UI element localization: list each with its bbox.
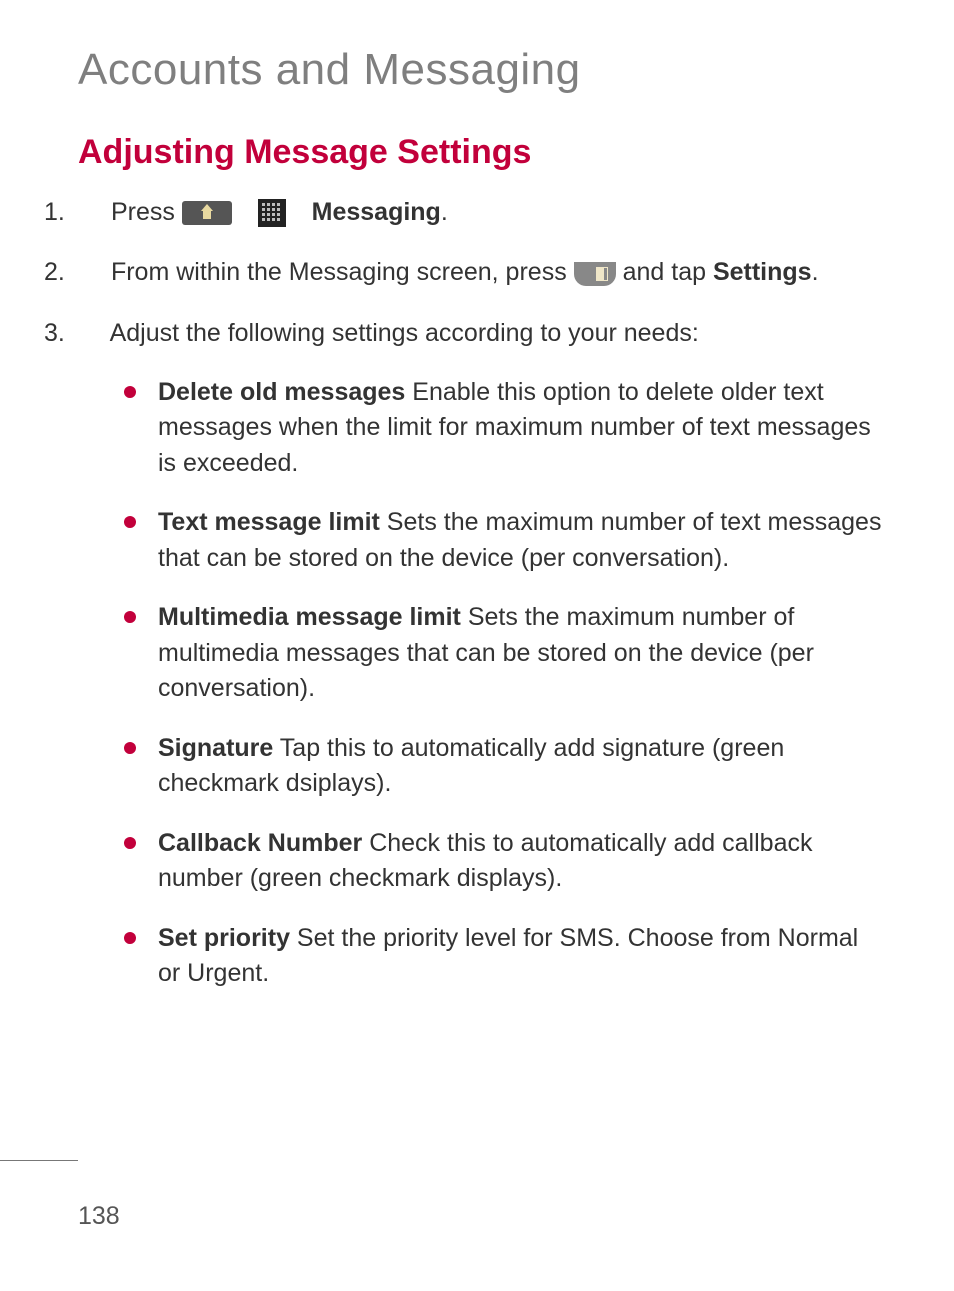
- settings-list: Delete old messages Enable this option t…: [78, 375, 882, 992]
- caret-2: >: [293, 200, 305, 226]
- step-1-number: 1.: [78, 194, 104, 230]
- page-title: Accounts and Messaging: [78, 45, 882, 95]
- menu-button-icon: [574, 262, 616, 286]
- step-1: 1. Press > > Messaging.: [78, 194, 882, 230]
- step-3: 3. Adjust the following settings accordi…: [78, 315, 882, 351]
- list-item: Delete old messages Enable this option t…: [134, 375, 882, 482]
- setting-name: Callback Number: [158, 829, 362, 857]
- step-2-period: .: [812, 258, 819, 286]
- page-number: 138: [78, 1202, 120, 1231]
- manual-page: Accounts and Messaging Adjusting Message…: [0, 0, 954, 992]
- list-item: Text message limit Sets the maximum numb…: [134, 505, 882, 576]
- step-3-text: Adjust the following settings according …: [110, 319, 699, 347]
- apps-grid-icon: [258, 199, 286, 227]
- step-3-number: 3.: [78, 315, 104, 351]
- home-button-icon: [182, 201, 232, 225]
- setting-name: Multimedia message limit: [158, 603, 461, 631]
- list-item: Callback Number Check this to automatica…: [134, 826, 882, 897]
- setting-name: Text message limit: [158, 508, 380, 536]
- step-2: 2. From within the Messaging screen, pre…: [78, 254, 882, 290]
- list-item: Signature Tap this to automatically add …: [134, 731, 882, 802]
- caret-1: >: [239, 200, 251, 226]
- list-item: Multimedia message limit Sets the maximu…: [134, 600, 882, 707]
- step-2-text1: From within the Messaging screen, press: [111, 258, 574, 286]
- setting-name: Set priority: [158, 924, 290, 952]
- step-2-settings: Settings: [713, 258, 812, 286]
- step-2-text2: and tap: [623, 258, 713, 286]
- footer-rule: [0, 1160, 78, 1161]
- step-2-number: 2.: [78, 254, 104, 290]
- step-1-messaging: Messaging: [312, 198, 441, 226]
- list-item: Set priority Set the priority level for …: [134, 921, 882, 992]
- step-1-press: Press: [111, 198, 182, 226]
- setting-name: Delete old messages: [158, 378, 405, 406]
- setting-name: Signature: [158, 734, 273, 762]
- step-1-period: .: [441, 198, 448, 226]
- section-title: Adjusting Message Settings: [78, 133, 882, 172]
